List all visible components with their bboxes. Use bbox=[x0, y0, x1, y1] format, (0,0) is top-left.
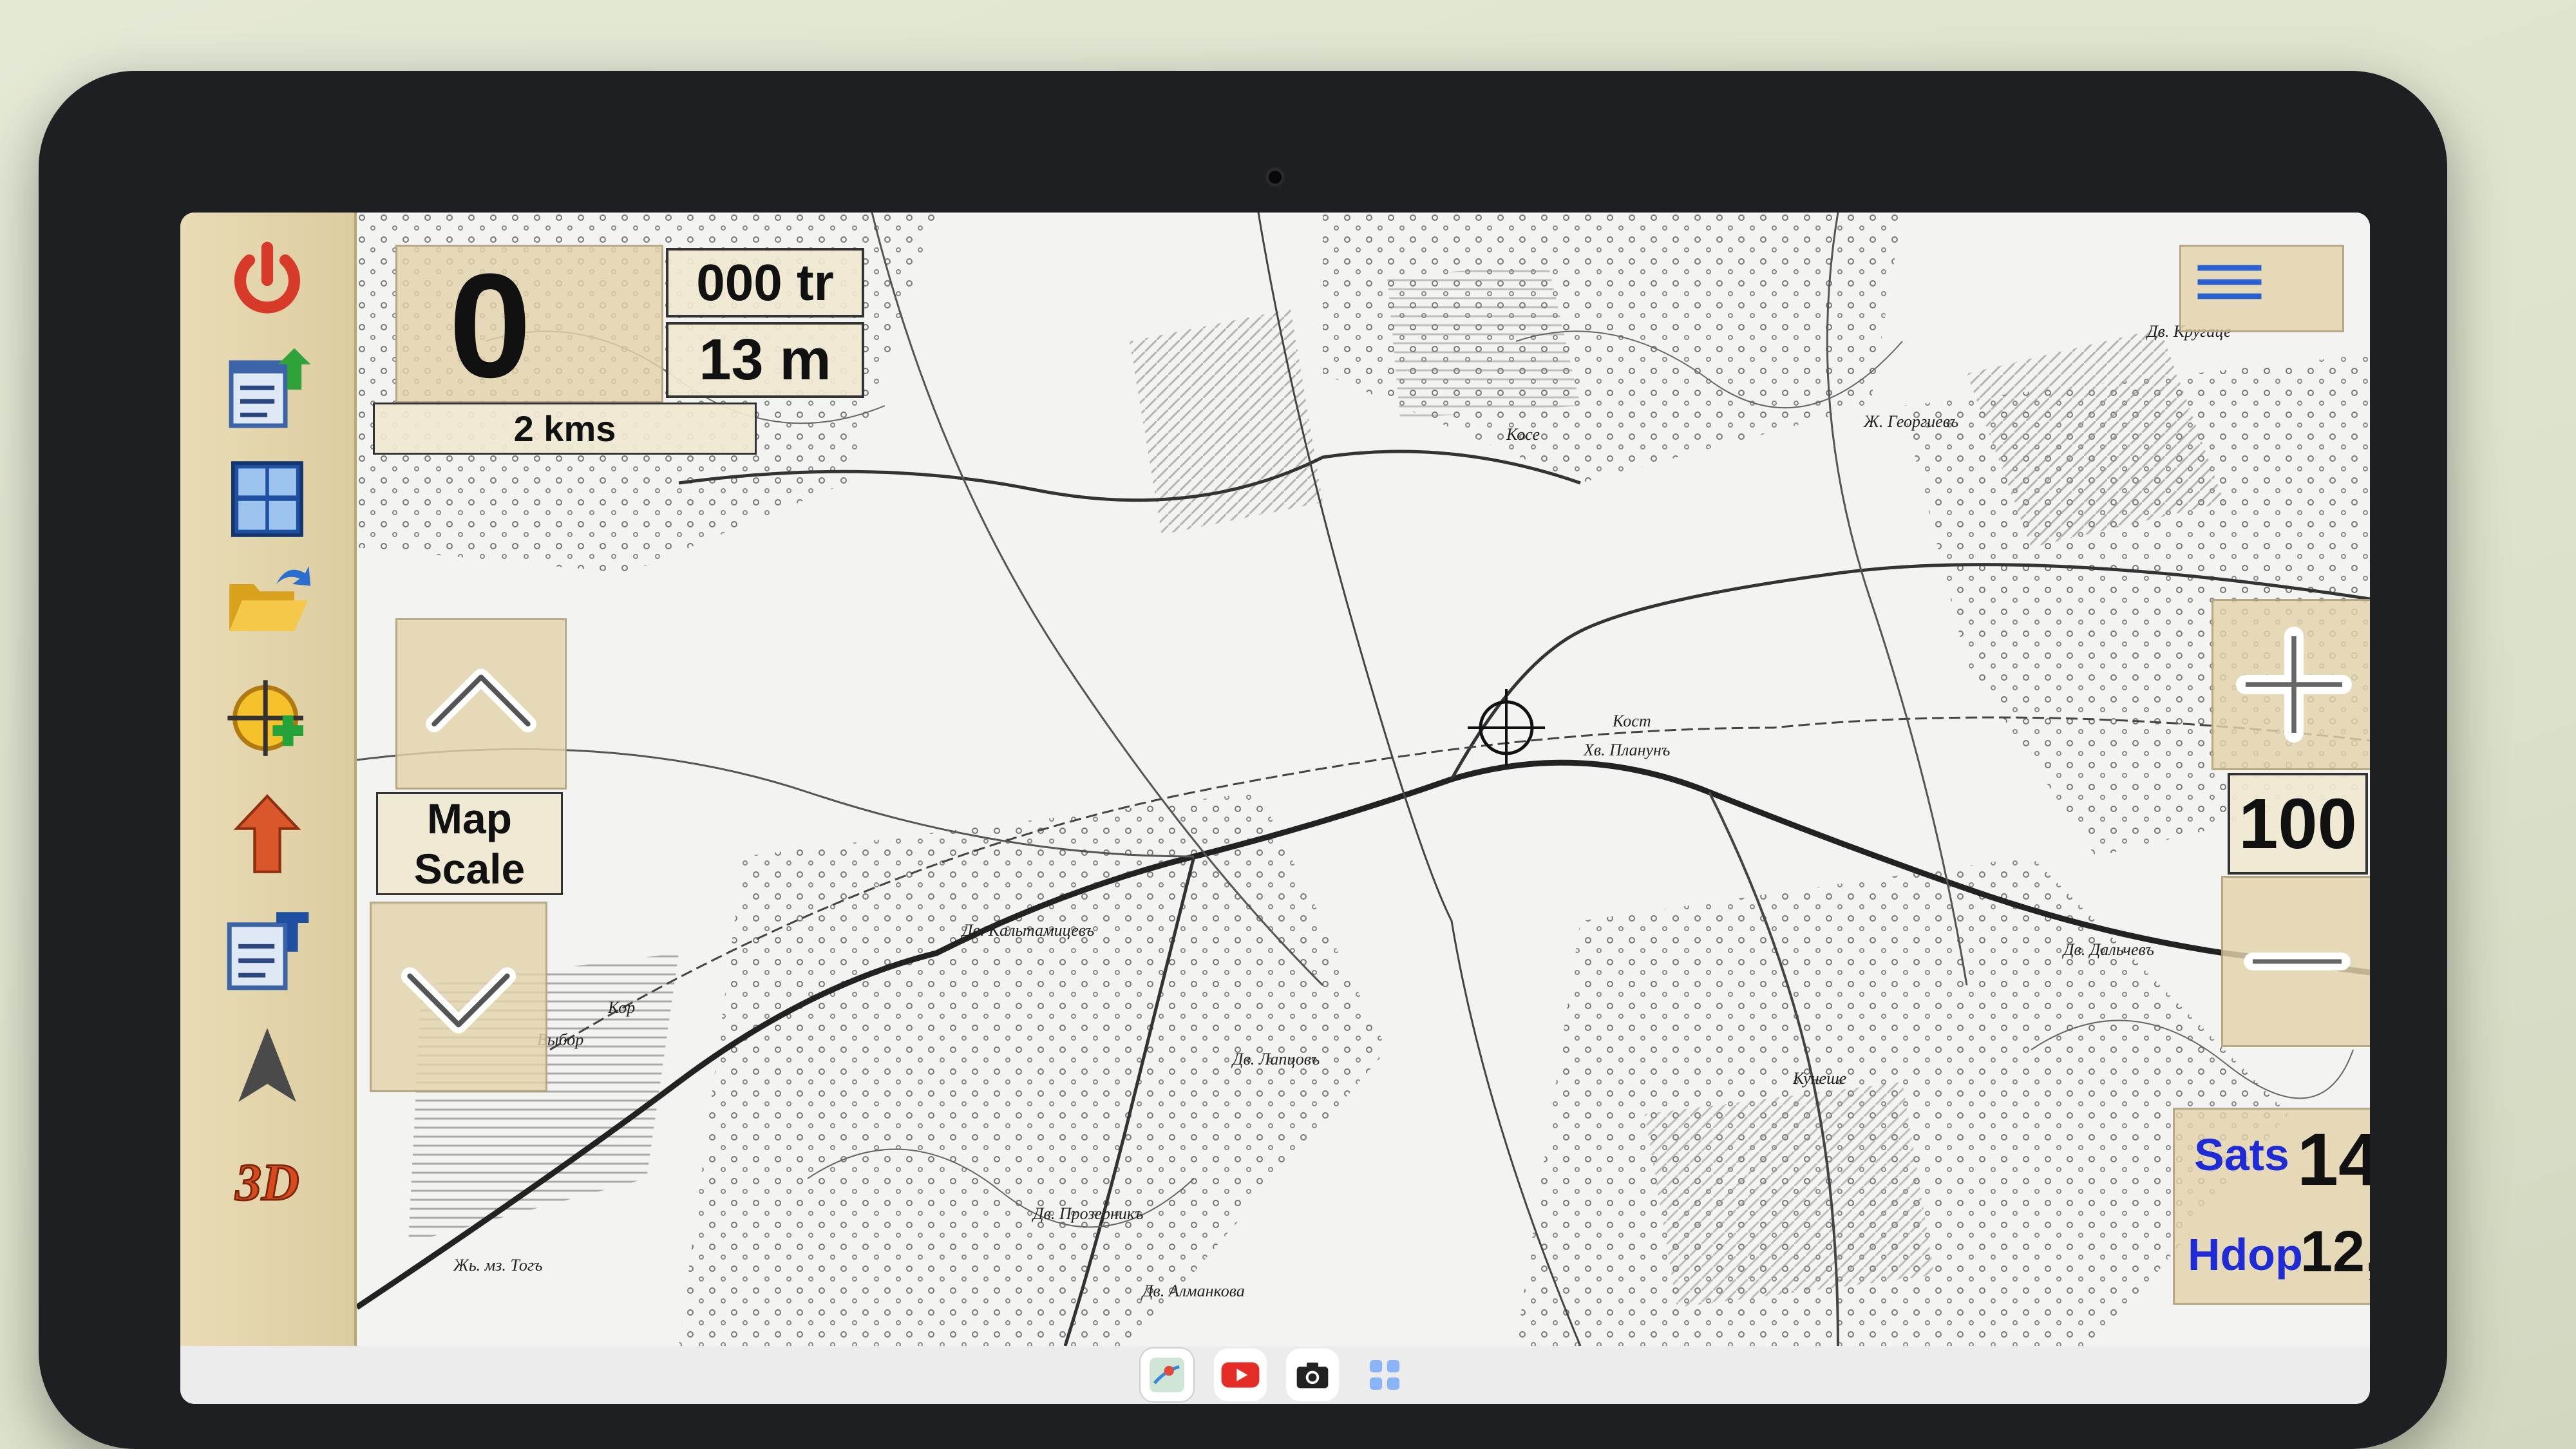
topographic-map[interactable]: Косе Ж. Георгиевъ Хв. Планунъ Дв. Кальта… bbox=[357, 213, 2370, 1346]
left-toolbar: 3D bbox=[180, 213, 357, 1346]
hamburger-menu-icon bbox=[2197, 265, 2262, 299]
place-label: Кор bbox=[608, 998, 636, 1017]
zoom-in-button[interactable] bbox=[2211, 599, 2370, 770]
menu-button[interactable] bbox=[2179, 245, 2344, 332]
up-arrow-icon[interactable] bbox=[213, 786, 322, 882]
svg-text:3D: 3D bbox=[234, 1153, 299, 1211]
place-label: Дв. Дальчевъ bbox=[2063, 940, 2154, 959]
folder-open-icon[interactable] bbox=[213, 554, 322, 650]
power-icon[interactable] bbox=[213, 232, 322, 328]
camera-icon[interactable] bbox=[1286, 1349, 1339, 1401]
track-export-icon[interactable] bbox=[213, 341, 322, 438]
screen: 3D Косе Ж. Георгиевъ Хв. Планунъ Дв. Кал… bbox=[180, 213, 2370, 1404]
minus-icon bbox=[2244, 952, 2351, 971]
text-list-icon[interactable] bbox=[213, 902, 322, 998]
place-label: Ж. Георгиевъ bbox=[1864, 412, 1959, 431]
map-scale-label-box: Map Scale bbox=[376, 792, 563, 895]
grid-icon[interactable] bbox=[213, 451, 322, 547]
3d-view-icon[interactable]: 3D bbox=[213, 1133, 322, 1230]
map-scale-down-button[interactable] bbox=[370, 902, 547, 1092]
chevron-up-icon bbox=[426, 668, 536, 733]
place-label: Кост bbox=[1613, 712, 1651, 730]
place-label: Кунеше bbox=[1793, 1069, 1847, 1088]
place-label: Жь. мз. Тогъ bbox=[453, 1256, 543, 1274]
map-scale-up-button[interactable] bbox=[395, 618, 567, 790]
zoom-level: 100 bbox=[2239, 784, 2357, 864]
trip-counter: 0 bbox=[449, 243, 531, 408]
maps-app-icon[interactable] bbox=[1139, 1347, 1195, 1403]
trip-counter-panel: 0 bbox=[395, 243, 663, 408]
app-dock bbox=[180, 1346, 2370, 1404]
add-waypoint-icon[interactable] bbox=[213, 670, 322, 766]
scale-label: 2 kms bbox=[513, 408, 616, 449]
gps-status-panel: Sats 14 Hdop 12,2 bbox=[2173, 1108, 2370, 1305]
place-label: Дв. Прозерникъ bbox=[1033, 1204, 1144, 1223]
place-label: Хв. Планунъ bbox=[1584, 741, 1671, 759]
youtube-icon[interactable] bbox=[1214, 1349, 1267, 1401]
track-count-box: 000 tr bbox=[666, 248, 864, 317]
map-scale-label: Map Scale bbox=[413, 795, 526, 893]
navigation-arrow-icon[interactable] bbox=[213, 1018, 322, 1114]
hdop-label: Hdop bbox=[2188, 1229, 2303, 1280]
place-label: Дв. Лапцовъ bbox=[1233, 1050, 1320, 1068]
hdop-value: 12,2 bbox=[2300, 1220, 2370, 1284]
plus-icon bbox=[2236, 627, 2352, 743]
sats-label: Sats bbox=[2194, 1130, 2289, 1180]
track-count: 000 tr bbox=[696, 254, 834, 311]
place-label: Косе bbox=[1506, 425, 1540, 444]
app-drawer-icon[interactable] bbox=[1358, 1349, 1411, 1401]
distance-box: 13 m bbox=[666, 322, 864, 398]
zoom-level-box: 100 bbox=[2228, 773, 2368, 875]
place-label: Дв. Кальтамицевъ bbox=[962, 921, 1095, 940]
front-camera bbox=[1265, 167, 1285, 187]
scale-bar: 2 kms bbox=[373, 402, 757, 455]
sats-value: 14 bbox=[2297, 1119, 2370, 1201]
place-label: Дв. Алманкова bbox=[1142, 1282, 1245, 1300]
zoom-out-button[interactable] bbox=[2221, 876, 2370, 1047]
chevron-down-icon bbox=[401, 967, 516, 1034]
tablet-frame: 3D Косе Ж. Георгиевъ Хв. Планунъ Дв. Кал… bbox=[39, 71, 2447, 1449]
distance-value: 13 m bbox=[699, 327, 831, 392]
